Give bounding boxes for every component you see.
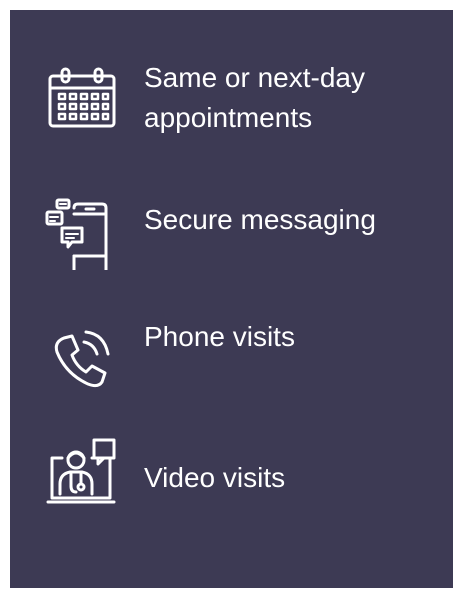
feature-secure-messaging-label: Secure messaging <box>144 204 376 235</box>
feature-video-visits: Video visits <box>10 430 453 530</box>
feature-phone-visits: Phone visits <box>10 310 453 405</box>
phone-icon <box>44 320 120 396</box>
label-line-1: Same or next-day <box>144 62 365 93</box>
feature-video-visits-label: Video visits <box>144 462 286 493</box>
calendar-icon <box>44 62 120 138</box>
mobile-chat-icon <box>44 194 120 270</box>
feature-phone-visits-label: Phone visits <box>144 321 295 352</box>
feature-secure-messaging: Secure messaging <box>10 190 453 285</box>
label-line-2: appointments <box>144 102 313 133</box>
feature-appointments-label: Same or next-day appointments <box>144 58 365 138</box>
video-doctor-icon <box>44 434 120 510</box>
feature-appointments: Same or next-day appointments <box>10 50 453 150</box>
services-panel: Same or next-day appointments Secure mes… <box>10 10 453 588</box>
